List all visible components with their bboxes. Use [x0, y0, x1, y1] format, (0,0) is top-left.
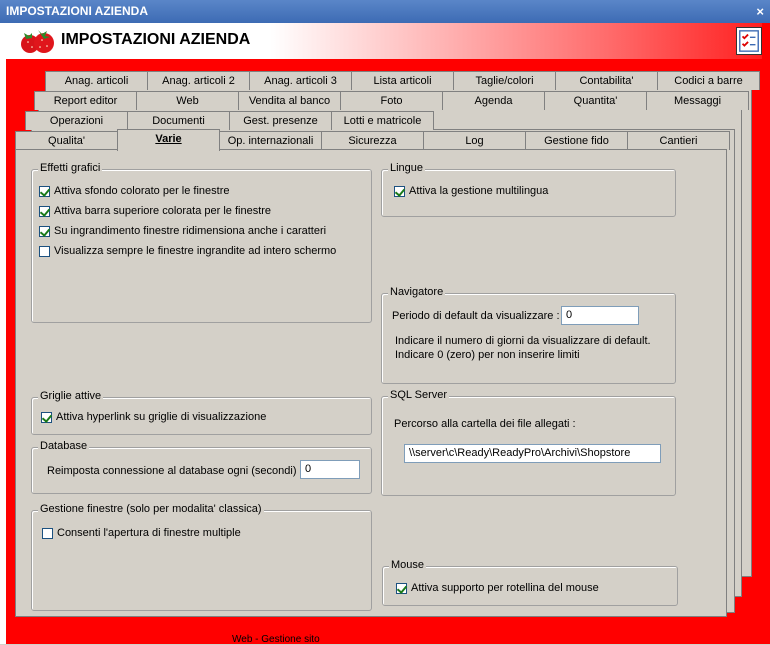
tab-gest-presenze[interactable]: Gest. presenze — [229, 111, 332, 130]
tab-gestione-fido[interactable]: Gestione fido — [525, 131, 628, 150]
tab-lista-articoli[interactable]: Lista articoli — [351, 71, 454, 90]
background-window-text: Web - Gestione sito — [232, 634, 320, 645]
group-title: Gestione finestre (solo per modalita' cl… — [38, 503, 264, 515]
window-titlebar: IMPOSTAZIONI AZIENDA × — [0, 0, 770, 23]
checkbox[interactable] — [39, 245, 50, 257]
sql-path-label: Percorso alla cartella dei file allegati… — [394, 418, 576, 430]
group-effetti-grafici: Effetti grafici Attiva sfondo colorato p… — [31, 162, 372, 323]
checkbox[interactable] — [42, 527, 53, 539]
group-title: Database — [38, 440, 90, 452]
period-input[interactable]: 0 — [561, 306, 639, 325]
group-sql-server: SQL Server Percorso alla cartella dei fi… — [381, 389, 676, 496]
tab-lotti-e-matricole[interactable]: Lotti e matricole — [331, 111, 434, 130]
checkbox-row[interactable]: Attiva supporto per rotellina del mouse — [396, 582, 599, 594]
checkbox-label: Su ingrandimento finestre ridimensiona a… — [54, 225, 327, 237]
tab-taglie-colori[interactable]: Taglie/colori — [453, 71, 556, 90]
tab-documenti[interactable]: Documenti — [127, 111, 230, 130]
group-title: Mouse — [389, 559, 427, 571]
checkbox-label: Attiva hyperlink su griglie di visualizz… — [56, 411, 267, 423]
tab-varie[interactable]: Varie — [117, 129, 220, 151]
group-title: Effetti grafici — [38, 162, 103, 174]
tab-vendita-al-banco[interactable]: Vendita al banco — [238, 91, 341, 110]
close-icon[interactable]: × — [756, 0, 764, 23]
tab-anag-articoli[interactable]: Anag. articoli — [45, 71, 148, 90]
checkbox-row[interactable]: Attiva sfondo colorato per le finestre — [39, 185, 229, 197]
checkbox[interactable] — [39, 205, 50, 217]
checkbox-label: Consenti l'apertura di finestre multiple — [57, 527, 241, 539]
tab-log[interactable]: Log — [423, 131, 526, 150]
database-seconds-input[interactable]: 0 — [300, 460, 360, 479]
checkbox-label: Attiva la gestione multilingua — [409, 185, 549, 197]
tab-quantita[interactable]: Quantita' — [544, 91, 647, 110]
group-mouse: Mouse Attiva supporto per rotellina del … — [382, 559, 678, 606]
window-title: IMPOSTAZIONI AZIENDA — [6, 4, 148, 18]
header-title: IMPOSTAZIONI AZIENDA — [61, 31, 251, 48]
group-lingue: Lingue Attiva la gestione multilingua — [381, 162, 676, 217]
tab-contabilita[interactable]: Contabilita' — [555, 71, 658, 90]
tab-operazioni[interactable]: Operazioni — [25, 111, 128, 130]
tab-qualita[interactable]: Qualita' — [15, 131, 118, 150]
tab-agenda[interactable]: Agenda — [442, 91, 545, 110]
tab-panel-varie: Effetti grafici Attiva sfondo colorato p… — [15, 149, 727, 617]
group-database: Database Reimposta connessione al databa… — [31, 440, 372, 494]
group-title: Griglie attive — [38, 390, 104, 402]
tab-cantieri[interactable]: Cantieri — [627, 131, 730, 150]
checkbox-row[interactable]: Attiva la gestione multilingua — [394, 185, 548, 197]
checkbox[interactable] — [394, 185, 405, 197]
checklist-icon[interactable] — [736, 27, 762, 55]
hint-text: Indicare 0 (zero) per non inserire limit… — [395, 349, 580, 361]
period-label: Periodo di default da visualizzare : — [392, 310, 560, 322]
checkbox-label: Attiva supporto per rotellina del mouse — [411, 582, 599, 594]
tab-sicurezza[interactable]: Sicurezza — [321, 131, 424, 150]
checkbox[interactable] — [41, 411, 52, 423]
tab-codici-a-barre[interactable]: Codici a barre — [657, 71, 760, 90]
header-bar: IMPOSTAZIONI AZIENDA — [6, 23, 762, 59]
checkbox-row[interactable]: Su ingrandimento finestre ridimensiona a… — [39, 225, 326, 237]
checkbox-row[interactable]: Consenti l'apertura di finestre multiple — [42, 527, 241, 539]
tab-web[interactable]: Web — [136, 91, 239, 110]
hint-text: Indicare il numero di giorni da visualiz… — [395, 335, 651, 347]
checkbox[interactable] — [396, 582, 407, 594]
checkbox-label: Attiva barra superiore colorata per le f… — [54, 205, 272, 217]
sql-path-input[interactable]: \\server\c\Ready\ReadyPro\Archivi\Shopst… — [404, 444, 661, 463]
group-title: Lingue — [388, 162, 426, 174]
checkbox-row[interactable]: Visualizza sempre le finestre ingrandite… — [39, 245, 336, 257]
group-griglie-attive: Griglie attive Attiva hyperlink su grigl… — [31, 390, 372, 435]
tab-op-internazionali[interactable]: Op. internazionali — [219, 131, 322, 150]
group-gestione-finestre: Gestione finestre (solo per modalita' cl… — [31, 503, 372, 611]
strawberry-icon — [21, 30, 54, 53]
checkbox-row[interactable]: Attiva hyperlink su griglie di visualizz… — [41, 411, 266, 423]
tab-report-editor[interactable]: Report editor — [34, 91, 137, 110]
checkbox-label: Attiva sfondo colorato per le finestre — [54, 185, 230, 197]
tab-anag-articoli-2[interactable]: Anag. articoli 2 — [147, 71, 250, 90]
group-title: SQL Server — [388, 389, 450, 401]
tab-foto[interactable]: Foto — [340, 91, 443, 110]
checkbox-label: Visualizza sempre le finestre ingrandite… — [54, 245, 337, 257]
left-border — [0, 23, 6, 644]
database-label: Reimposta connessione al database ogni (… — [47, 465, 303, 477]
group-title: Navigatore — [388, 286, 446, 298]
checkbox[interactable] — [39, 225, 50, 237]
tab-anag-articoli-3[interactable]: Anag. articoli 3 — [249, 71, 352, 90]
tab-messaggi[interactable]: Messaggi — [646, 91, 749, 110]
group-navigatore: Navigatore Periodo di default da visuali… — [381, 286, 676, 384]
checkbox-row[interactable]: Attiva barra superiore colorata per le f… — [39, 205, 271, 217]
checkbox[interactable] — [39, 185, 50, 197]
